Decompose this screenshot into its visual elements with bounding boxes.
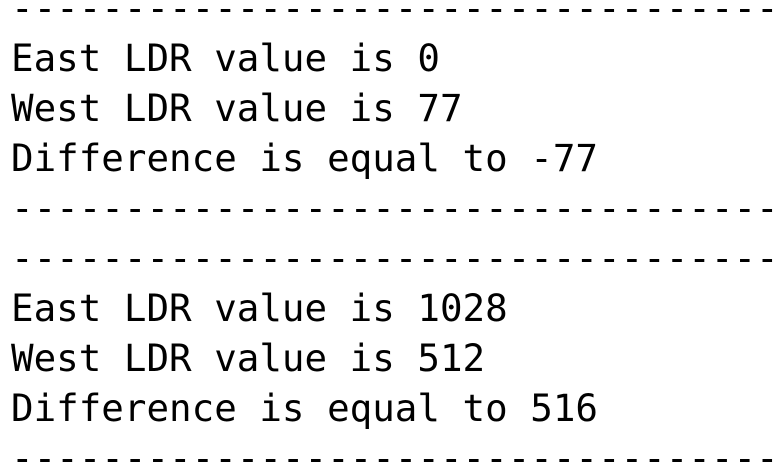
west-ldr-line: West LDR value is 512 [11, 336, 486, 380]
east-ldr-line: East LDR value is 1028 [11, 286, 508, 330]
serial-monitor-output: ----------------------------------------… [11, 0, 775, 472]
separator-line: ---------------------------------------- [11, 236, 775, 280]
separator-line: ---------------------------------------- [11, 436, 775, 472]
separator-line: ---------------------------------------- [11, 0, 775, 30]
west-ldr-line: West LDR value is 77 [11, 86, 463, 130]
difference-line: Difference is equal to 516 [11, 386, 598, 430]
difference-line: Difference is equal to -77 [11, 136, 598, 180]
east-ldr-line: East LDR value is 0 [11, 36, 440, 80]
separator-line: ---------------------------------------- [11, 186, 775, 230]
